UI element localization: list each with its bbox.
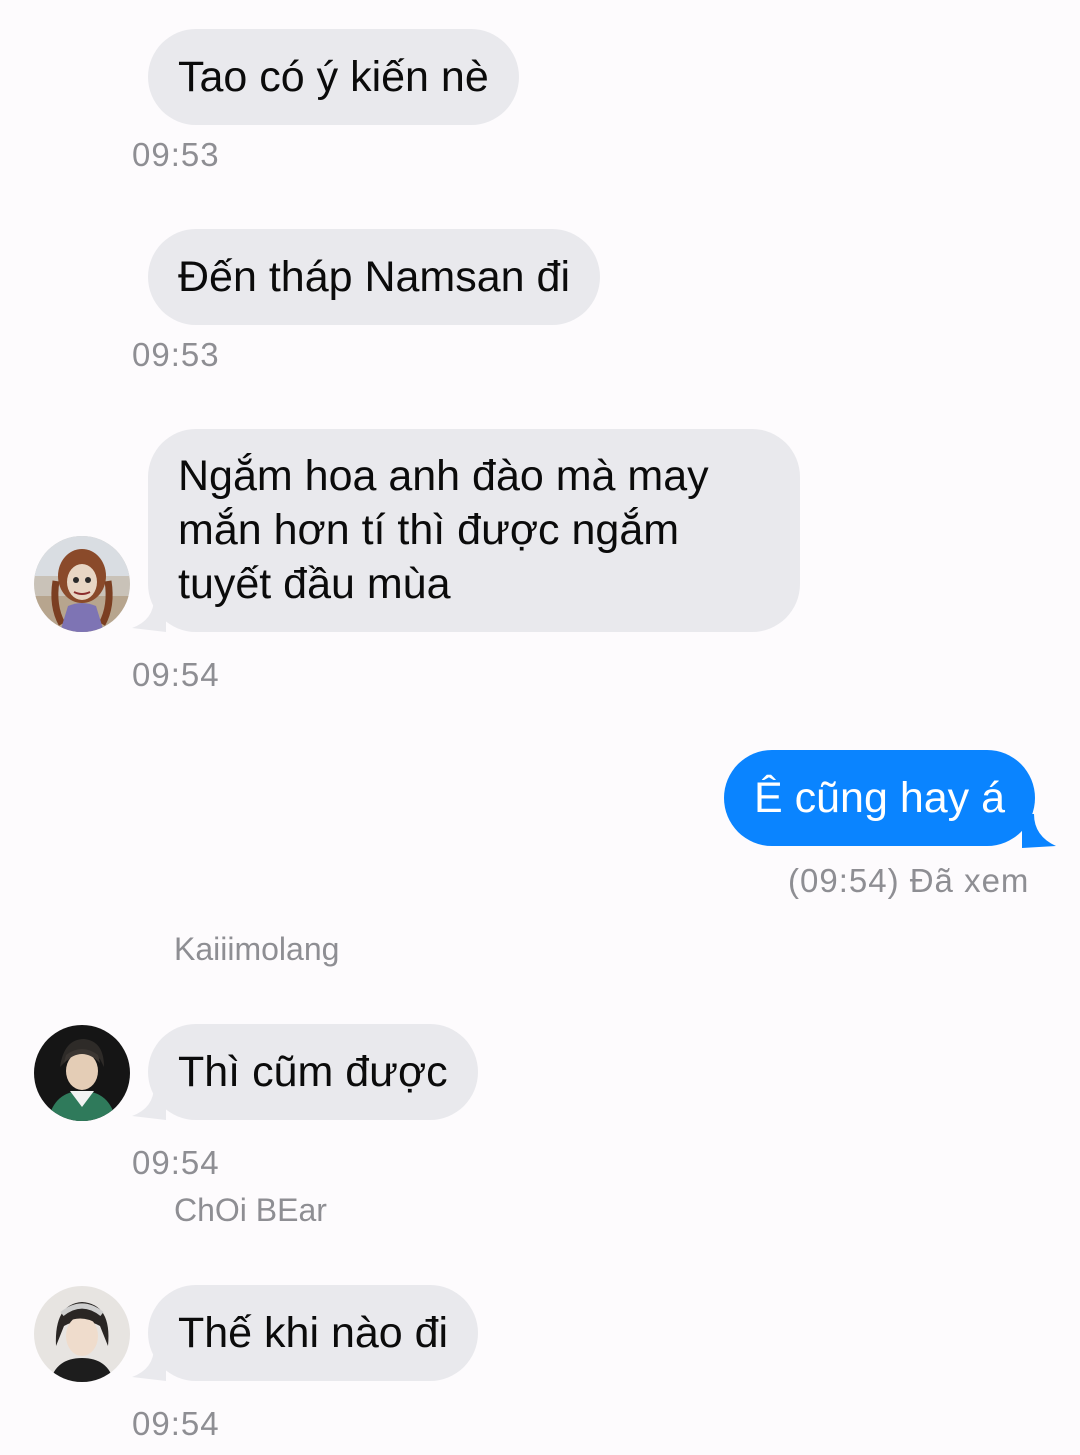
message-text: Thì cũm được [178,1048,448,1096]
bubble-tail-icon [1022,814,1056,848]
message-text: Ê cũng hay á [754,774,1006,822]
sender-name: ChOi BEar [174,1192,327,1228]
doll-avatar-icon [34,536,130,632]
bubble-tail-icon [132,1347,166,1381]
message-text: Thế khi nào đi [178,1309,449,1357]
read-status: (09:54) Đã xem [788,862,1030,899]
message-timestamp: 09:53 [132,336,220,373]
message-text: Đến tháp Namsan đi [178,253,570,301]
sender-name: Kaiiimolang [174,931,340,967]
person-avatar-icon [34,1025,130,1121]
avatar[interactable] [34,1286,130,1382]
message-timestamp: 09:54 [132,1144,220,1181]
message-bubble[interactable]: Đến tháp Namsan đi [148,229,600,325]
avatar[interactable] [34,536,130,632]
message-bubble[interactable]: Thì cũm được [148,1024,478,1120]
message-timestamp: 09:53 [132,136,220,173]
message-bubble[interactable]: Thế khi nào đi [148,1285,479,1381]
bubble-tail-icon [132,598,166,632]
avatar[interactable] [34,1025,130,1121]
message-text: Tao có ý kiến nè [178,53,489,101]
message-timestamp: 09:54 [132,656,220,693]
bubble-tail-icon [132,1086,166,1120]
message-bubble[interactable]: Ê cũng hay á [724,750,1036,846]
person-avatar-icon [34,1286,130,1382]
message-text: Ngắm hoa anh đào mà may mắn hơn tí thì đ… [178,452,709,608]
message-timestamp: 09:54 [132,1405,220,1442]
message-bubble[interactable]: Ngắm hoa anh đào mà may mắn hơn tí thì đ… [148,429,800,632]
message-bubble[interactable]: Tao có ý kiến nè [148,29,519,125]
